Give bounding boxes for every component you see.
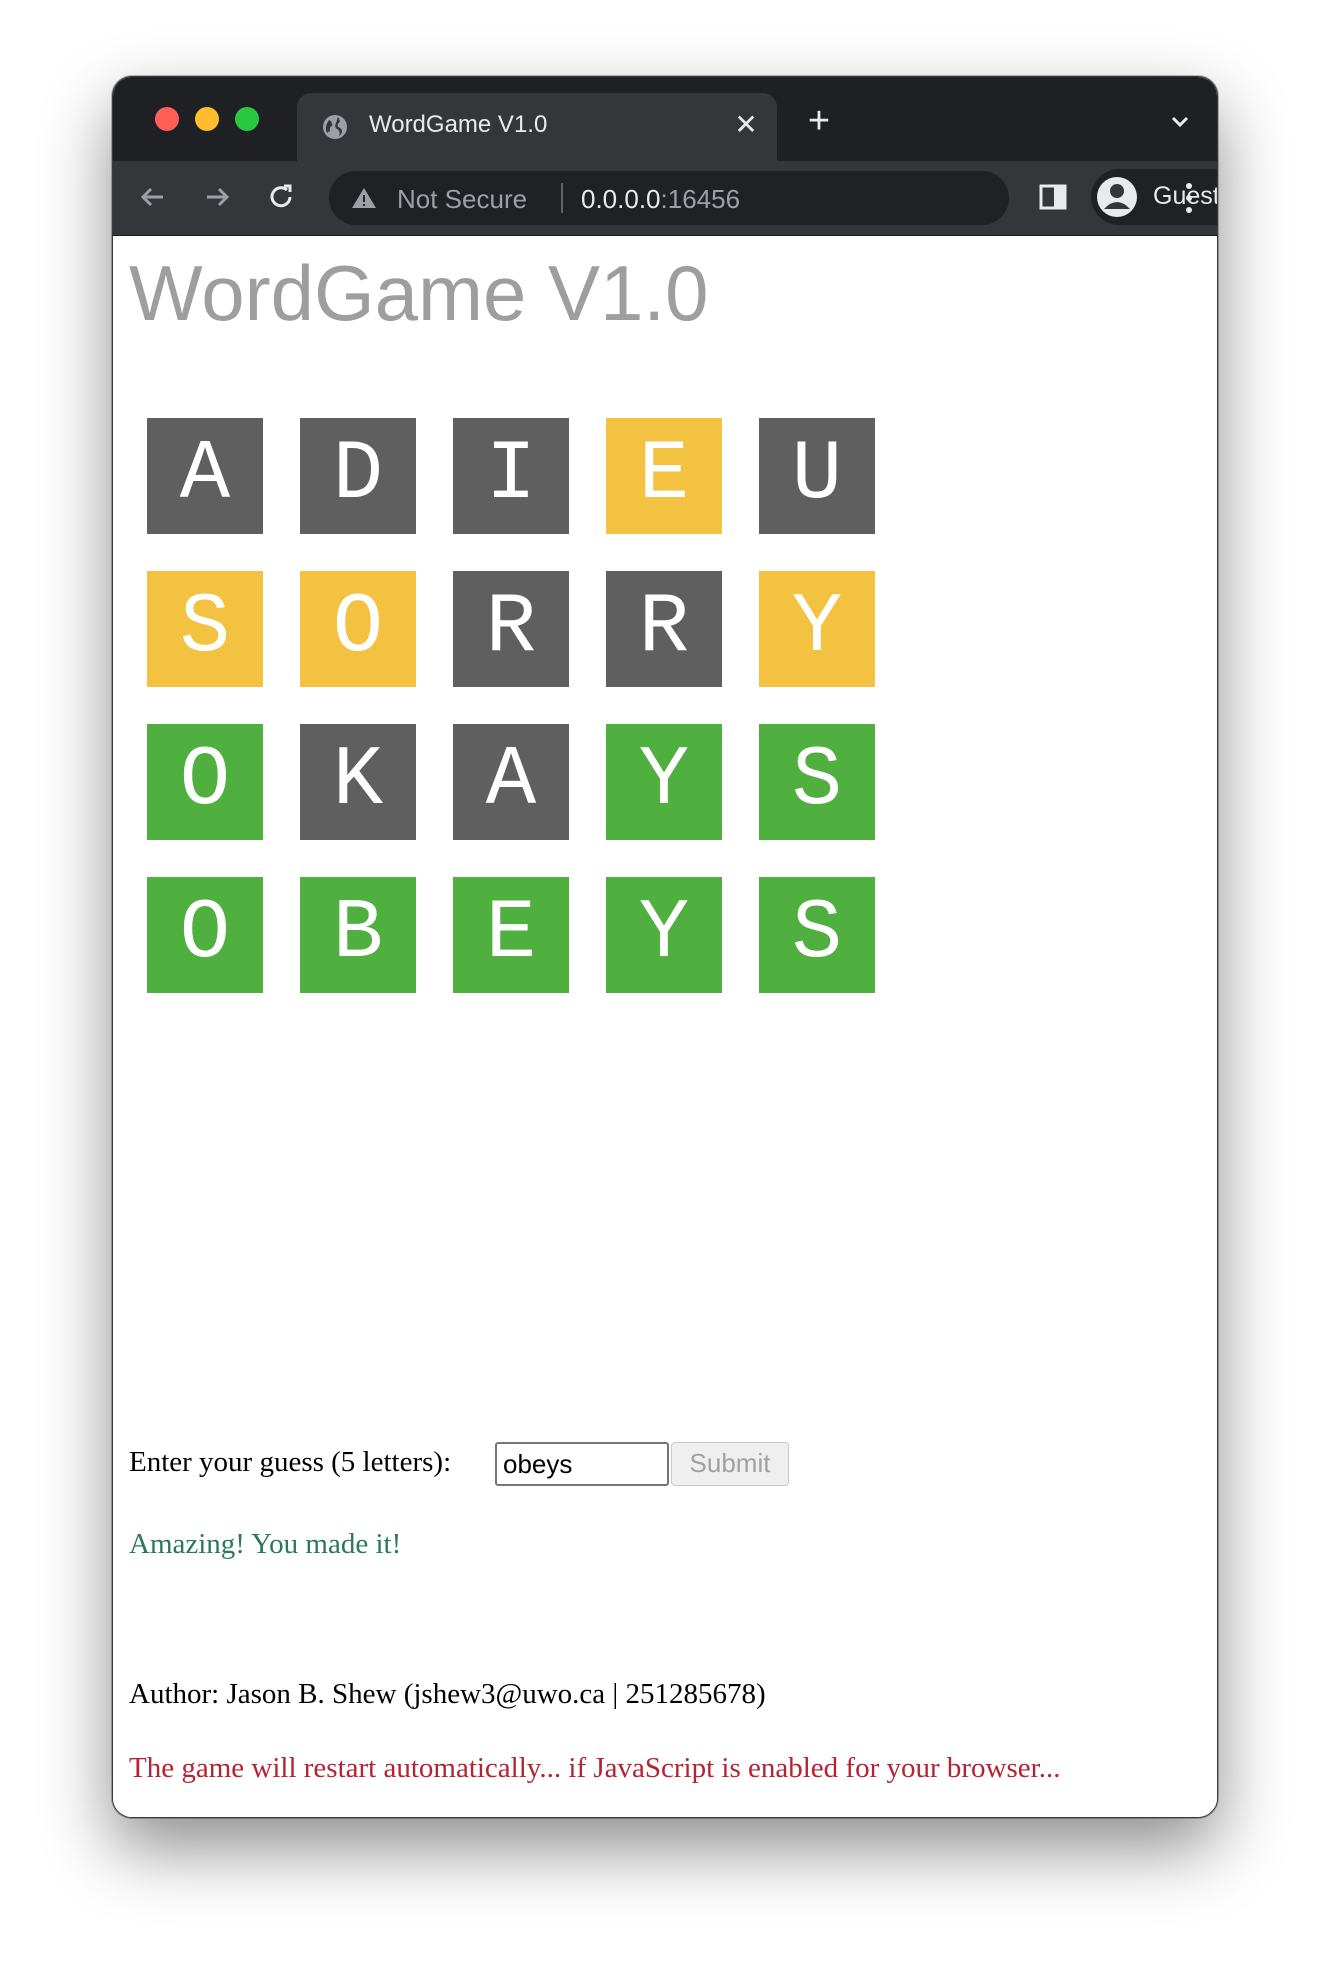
- browser-tab[interactable]: WordGame V1.0 ✕: [297, 93, 777, 161]
- letter-tile: E: [453, 877, 569, 993]
- letter-tile: D: [300, 418, 416, 534]
- letter-tile: I: [453, 418, 569, 534]
- guess-input[interactable]: [495, 1442, 669, 1486]
- letter-tile: S: [147, 571, 263, 687]
- back-arrow-icon[interactable]: [133, 177, 173, 217]
- letter-tile: Y: [759, 571, 875, 687]
- letter-tile: Y: [606, 724, 722, 840]
- author-line: Author: Jason B. Shew (jshew3@uwo.ca | 2…: [129, 1678, 766, 1710]
- divider: [561, 183, 563, 213]
- new-tab-button[interactable]: +: [799, 101, 839, 141]
- minimize-window-button[interactable]: [195, 107, 219, 131]
- globe-icon: [323, 115, 347, 139]
- profile-button[interactable]: Guest: [1091, 169, 1217, 225]
- security-label: Not Secure: [397, 184, 528, 214]
- letter-tile: S: [759, 877, 875, 993]
- more-menu-icon[interactable]: [1183, 181, 1195, 215]
- letter-tile: O: [147, 724, 263, 840]
- maximize-window-button[interactable]: [235, 107, 259, 131]
- letter-tile: R: [606, 571, 722, 687]
- address-bar[interactable]: Not Secure 0.0.0.0:16456: [329, 171, 1009, 225]
- letter-tile: E: [606, 418, 722, 534]
- letter-tile: Y: [606, 877, 722, 993]
- result-message: Amazing! You made it!: [129, 1528, 402, 1560]
- browser-toolbar: Not Secure 0.0.0.0:16456 Guest: [113, 161, 1217, 236]
- letter-tile: O: [300, 571, 416, 687]
- url-text: 0.0.0.0:16456: [581, 184, 740, 215]
- avatar-icon: [1097, 177, 1137, 217]
- letter-tile: A: [453, 724, 569, 840]
- tab-title: WordGame V1.0: [369, 111, 548, 138]
- letter-tile: O: [147, 877, 263, 993]
- close-window-button[interactable]: [155, 107, 179, 131]
- chevron-down-icon[interactable]: [1165, 107, 1195, 137]
- letter-tile: K: [300, 724, 416, 840]
- tab-close-icon[interactable]: ✕: [731, 107, 761, 143]
- side-panel-icon[interactable]: [1037, 181, 1069, 213]
- letter-tile: U: [759, 418, 875, 534]
- restart-notice: The game will restart automatically... i…: [129, 1752, 1061, 1784]
- tab-bar: WordGame V1.0 ✕ +: [113, 77, 1217, 161]
- guess-label: Enter your guess (5 letters):: [129, 1446, 452, 1478]
- warning-icon[interactable]: [351, 186, 377, 210]
- url-port: :16456: [660, 184, 741, 214]
- letter-tile: A: [147, 418, 263, 534]
- browser-window: WordGame V1.0 ✕ + Not Secure 0.0.0.0:164…: [112, 76, 1218, 1818]
- letter-tile: B: [300, 877, 416, 993]
- reload-icon[interactable]: [261, 177, 301, 217]
- page-content: WordGame V1.0 A D I E U S O R R Y O K A …: [113, 236, 1217, 1817]
- page-title: WordGame V1.0: [129, 249, 709, 337]
- forward-arrow-icon[interactable]: [197, 177, 237, 217]
- url-host: 0.0.0.0: [581, 184, 661, 214]
- letter-tile: R: [453, 571, 569, 687]
- submit-button[interactable]: Submit: [671, 1442, 789, 1486]
- letter-tile: S: [759, 724, 875, 840]
